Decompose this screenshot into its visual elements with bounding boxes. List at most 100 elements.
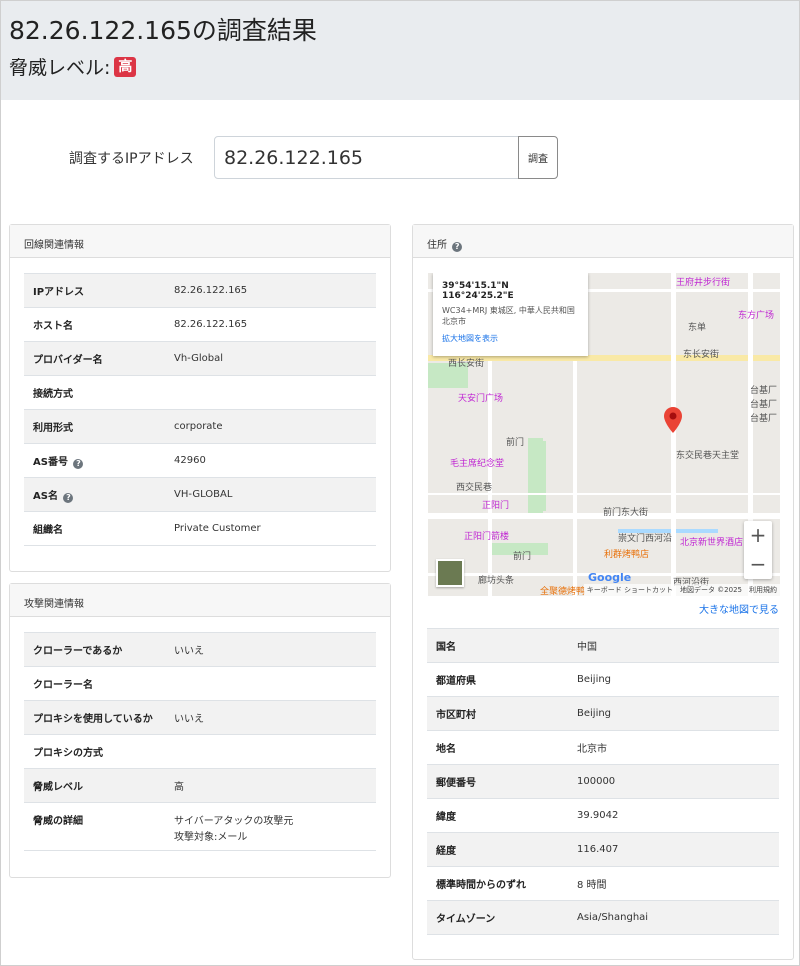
- line-info-header: 回線関連情報: [10, 225, 390, 258]
- row-value: corporate: [165, 409, 376, 444]
- map-poi-mao-mausoleum[interactable]: 毛主席纪念堂: [450, 456, 504, 469]
- row-value: [165, 666, 376, 701]
- row-key: 標準時間からのずれ: [427, 866, 568, 901]
- ip-search-input[interactable]: [214, 136, 519, 179]
- row-value: [165, 375, 376, 410]
- threat-level: 脅威レベル: 高: [9, 53, 137, 80]
- zoom-out-button[interactable]: −: [744, 550, 772, 579]
- row-value: 100000: [568, 764, 779, 799]
- map-poi-restaurant[interactable]: 利群烤鸭店: [604, 547, 649, 560]
- map-info-window: 39°54'15.1"N 116°24'25.2"E WC34+MRJ 東城区,…: [433, 273, 588, 356]
- row-key: 経度: [427, 832, 568, 867]
- map-poi-tiananmen[interactable]: 天安门广场: [458, 391, 503, 404]
- table-row: 脅威の詳細 サイバーアタックの攻撃元 攻撃対象:メール: [24, 802, 376, 851]
- map-street-label: 西交民巷: [456, 483, 493, 493]
- table-row: 接続方式: [24, 375, 376, 410]
- attack-info-header: 攻撃関連情報: [10, 584, 390, 617]
- table-row: プロキシの方式: [24, 734, 376, 769]
- table-row: 国名 中国: [427, 628, 779, 663]
- threat-detail-line: 攻撃対象:メール: [174, 832, 248, 843]
- map-road: [573, 361, 577, 596]
- row-key: 脅威の詳細: [24, 802, 165, 851]
- line-info-table: IPアドレス 82.26.122.165 ホスト名 82.26.122.165 プロ…: [24, 273, 376, 546]
- map-street-label: 前门东大街: [603, 508, 649, 518]
- map-poi-oriental-plaza[interactable]: 东方广场: [738, 308, 774, 321]
- row-key: ホスト名: [24, 307, 165, 342]
- threat-badge: 高: [114, 56, 137, 77]
- row-value: 116.407: [568, 832, 779, 867]
- address-table: 国名 中国 都道府県 Beijing 市区町村 Beijing 地名 北京市 郵便番号 1…: [427, 628, 779, 935]
- row-key: タイムゾーン: [427, 900, 568, 935]
- table-row: プロバイダー名 Vh-Global: [24, 341, 376, 376]
- table-row: クローラー名: [24, 666, 376, 701]
- row-key: IPアドレス: [24, 273, 165, 308]
- row-value: VH-GLOBAL: [165, 477, 376, 512]
- map-park: [528, 441, 546, 511]
- satellite-toggle[interactable]: [436, 559, 464, 587]
- map-poi-zhengyangmen-tower[interactable]: 正阳门箭楼: [464, 529, 509, 542]
- location-map[interactable]: 39°54'15.1"N 116°24'25.2"E WC34+MRJ 東城区,…: [428, 273, 780, 596]
- table-row: 都道府県 Beijing: [427, 662, 779, 697]
- page-header: 82.26.122.165の調査結果 脅威レベル: 高: [1, 1, 799, 100]
- row-key: 国名: [427, 628, 568, 663]
- enlarge-map-link[interactable]: 拡大地図を表示: [442, 333, 579, 344]
- help-icon[interactable]: ?: [452, 242, 463, 252]
- row-key: 脅威レベル: [24, 768, 165, 803]
- row-value: Beijing: [568, 696, 779, 731]
- map-road: [428, 493, 780, 495]
- row-value: 82.26.122.165: [165, 273, 376, 308]
- table-row: 経度 116.407: [427, 832, 779, 867]
- row-key: クローラー名: [24, 666, 165, 701]
- map-street-label: 台基厂: [750, 414, 778, 424]
- address-title: 住所: [427, 240, 447, 251]
- row-value: Asia/Shanghai: [568, 900, 779, 935]
- row-value-multiline: サイバーアタックの攻撃元 攻撃対象:メール: [165, 802, 376, 851]
- map-street-label: 东单: [688, 323, 707, 333]
- ip-search-label: 調査するIPアドレス: [69, 151, 194, 167]
- row-value: 42960: [165, 443, 376, 478]
- row-value: いいえ: [165, 632, 376, 667]
- address-header: 住所 ?: [413, 225, 793, 258]
- big-map-link[interactable]: 大きな地図で見る: [699, 601, 779, 616]
- row-key: プロキシの方式: [24, 734, 165, 769]
- map-poi-church[interactable]: 东交民巷天主堂: [676, 448, 739, 461]
- table-row: 市区町村 Beijing: [427, 696, 779, 731]
- map-street-label: 台基厂: [750, 386, 778, 396]
- line-info-card: 回線関連情報 IPアドレス 82.26.122.165 ホスト名 82.26.122…: [9, 224, 391, 572]
- row-value: いいえ: [165, 700, 376, 735]
- row-value: 中国: [568, 628, 779, 663]
- map-coordinates: 39°54'15.1"N 116°24'25.2"E: [442, 281, 514, 301]
- table-row: 利用形式 corporate: [24, 409, 376, 444]
- zoom-in-button[interactable]: +: [744, 521, 772, 550]
- row-key: 緯度: [427, 798, 568, 833]
- row-key: 市区町村: [427, 696, 568, 731]
- table-row: 地名 北京市: [427, 730, 779, 765]
- map-attribution[interactable]: キーボード ショートカット 地図データ ©2025 利用規約: [583, 584, 780, 596]
- row-value: 8 時間: [568, 866, 779, 901]
- search-button[interactable]: 調査: [518, 136, 558, 179]
- map-poi-zhengyangmen[interactable]: 正阳门: [482, 498, 509, 511]
- row-value: Private Customer: [165, 511, 376, 546]
- map-poi-wangfujing[interactable]: 王府井步行街: [676, 275, 730, 288]
- threat-detail-line: サイバーアタックの攻撃元: [174, 816, 294, 827]
- help-icon[interactable]: ?: [63, 492, 74, 503]
- help-icon[interactable]: ?: [73, 458, 84, 469]
- row-key: クローラーであるか: [24, 632, 165, 667]
- table-row: タイムゾーン Asia/Shanghai: [427, 900, 779, 935]
- map-street-label: 西长安街: [448, 359, 485, 369]
- threat-label: 脅威レベル:: [9, 57, 111, 79]
- map-street-label: 廊坊头条: [478, 576, 515, 586]
- map-street-label: 崇文门西河沿: [618, 534, 673, 544]
- row-value: 82.26.122.165: [165, 307, 376, 342]
- map-road: [671, 273, 676, 596]
- table-row: AS番号 ? 42960: [24, 443, 376, 478]
- row-key: 郵便番号: [427, 764, 568, 799]
- map-street-label: 前门: [506, 438, 525, 448]
- table-row: 緯度 39.9042: [427, 798, 779, 833]
- google-logo: Google: [588, 571, 632, 584]
- map-poi-restaurant[interactable]: 全聚德烤鸭: [540, 584, 585, 596]
- row-value: 北京市: [568, 730, 779, 765]
- row-key: 組織名: [24, 511, 165, 546]
- row-key-with-help: AS名 ?: [24, 477, 165, 512]
- map-poi-hotel[interactable]: 北京新世界酒店: [680, 535, 743, 548]
